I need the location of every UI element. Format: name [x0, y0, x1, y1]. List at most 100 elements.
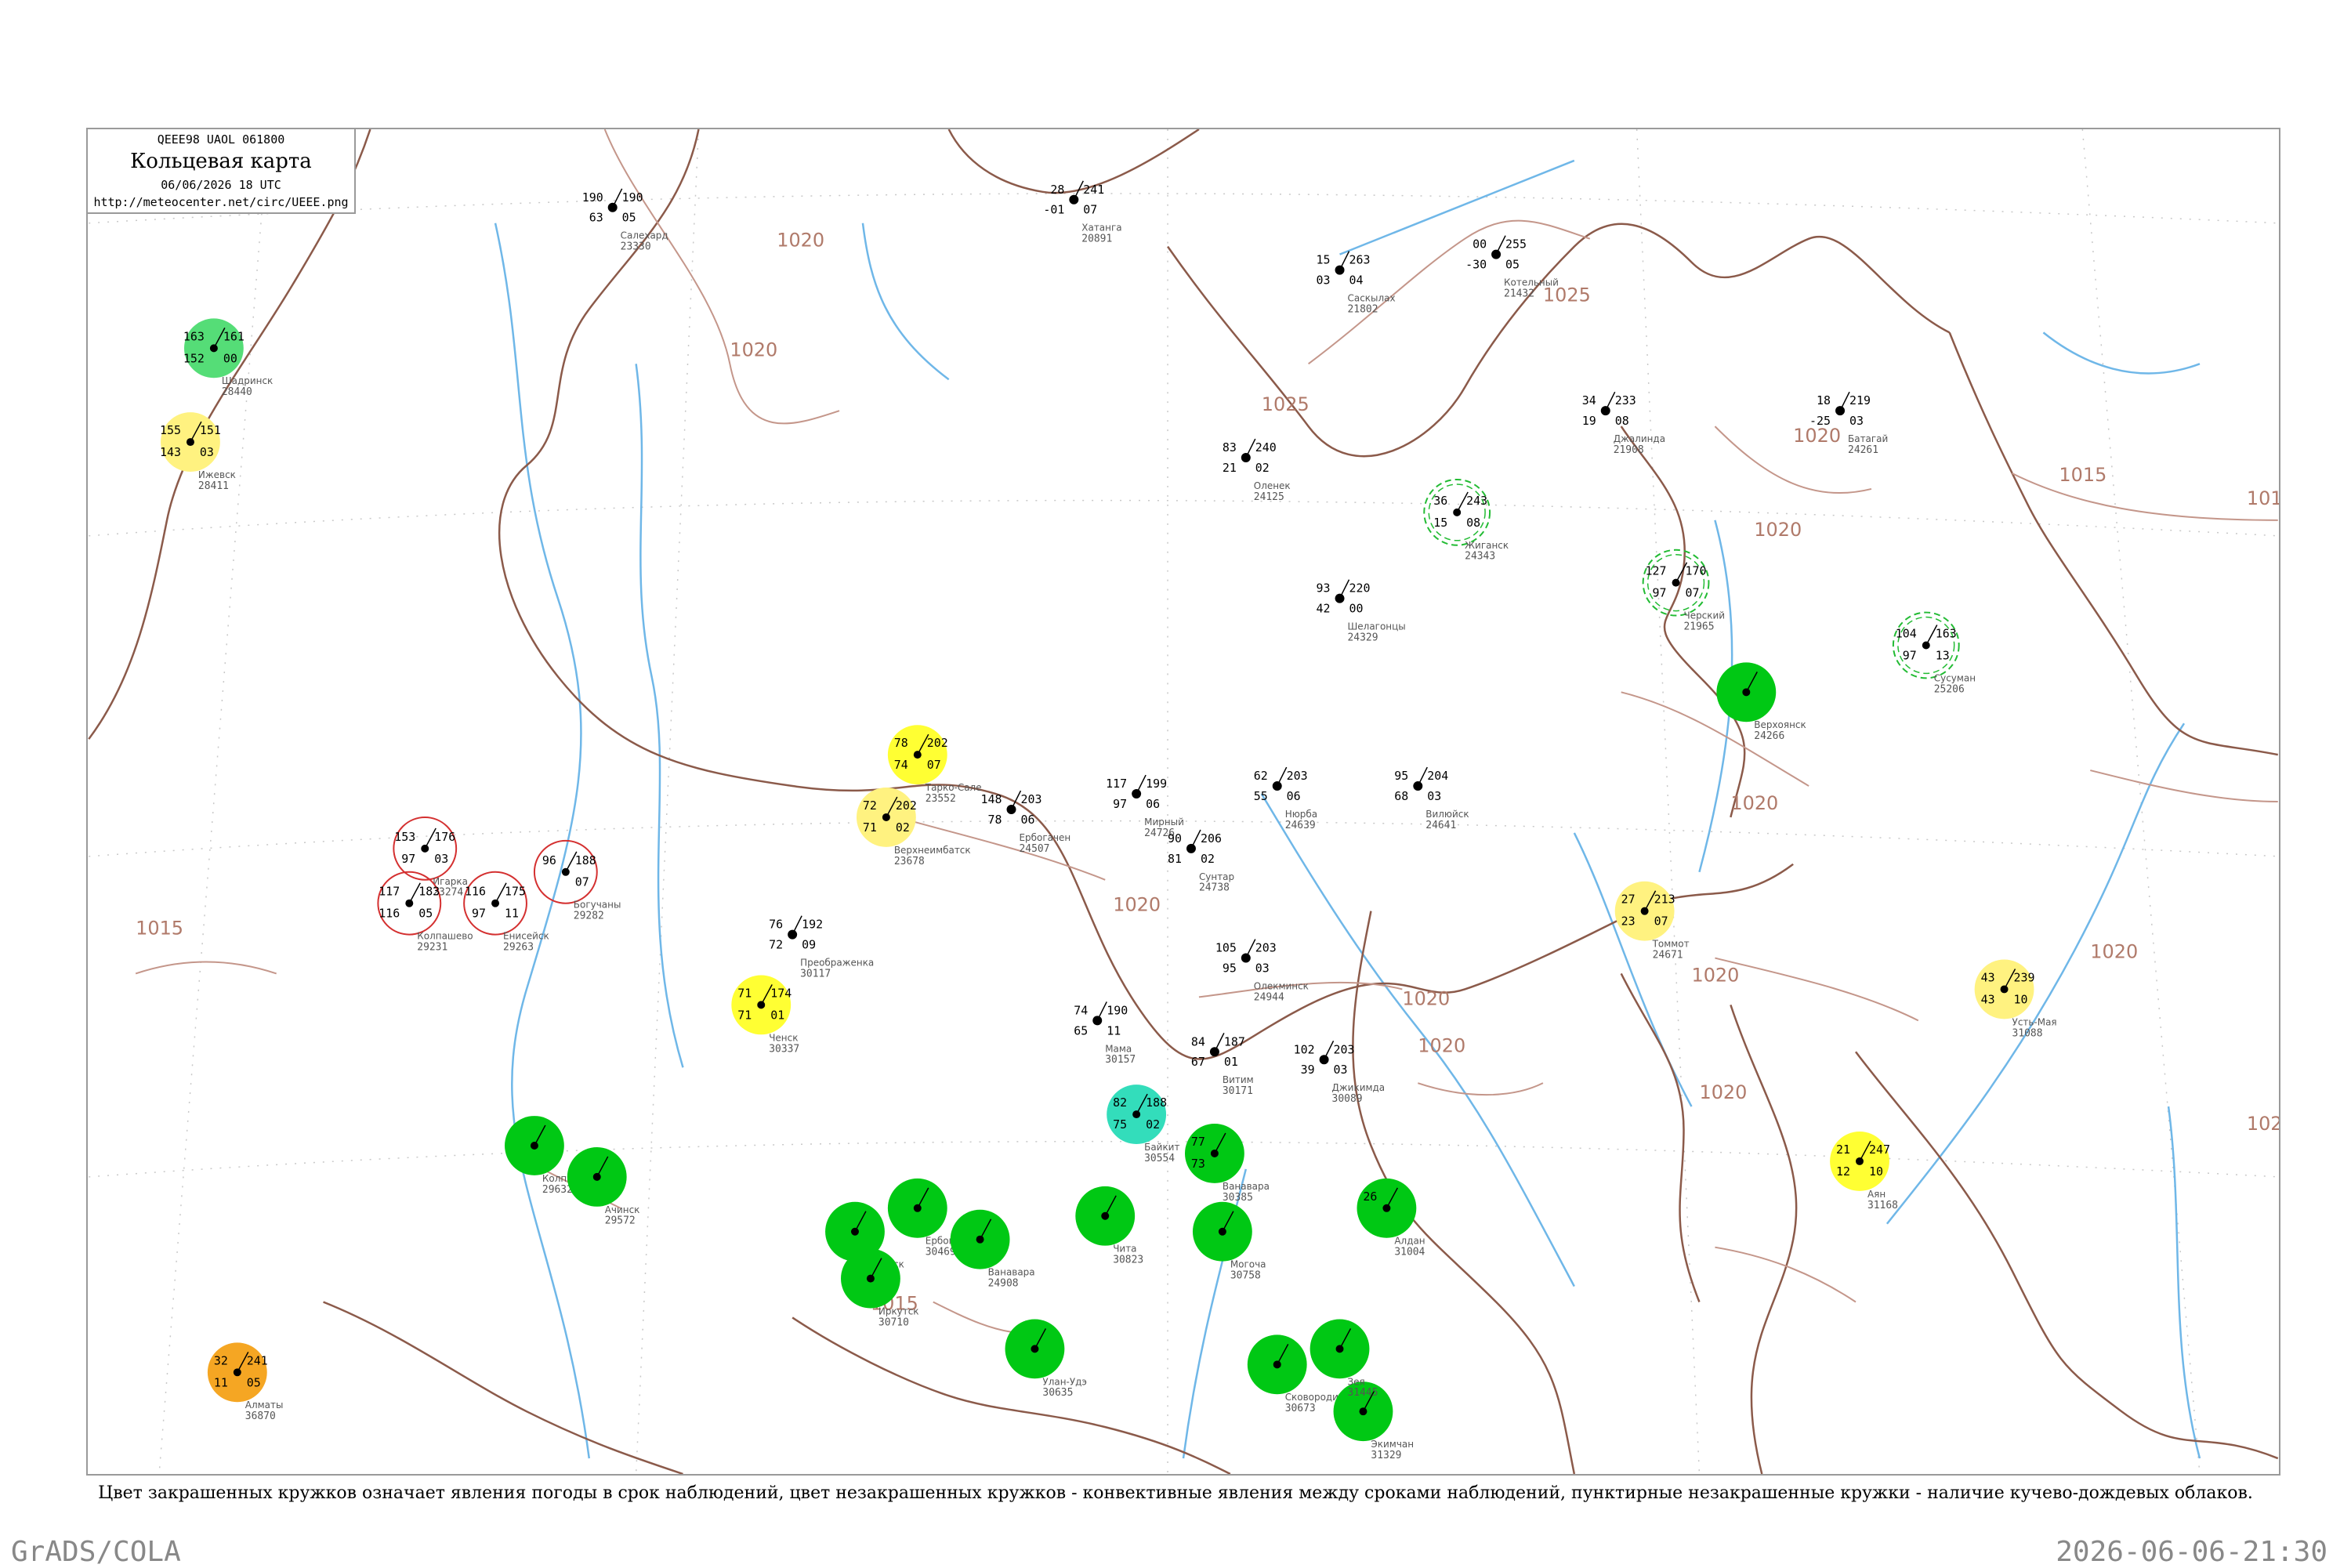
wind-barb-icon [1495, 235, 1506, 255]
station-id: 30673 [1285, 1403, 1316, 1414]
station-name: Батагай [1848, 433, 1888, 444]
station-30089[interactable]: 102 203 39 03 Джикимда30089 [1294, 1040, 1386, 1105]
station-id: 23678 [894, 856, 925, 867]
dew-point: 68 [1394, 789, 1408, 803]
station-24908[interactable]: Ванавара24908 [950, 1209, 1035, 1290]
station-id: 24343 [1465, 551, 1495, 563]
station-31445[interactable]: Зея31445 [1310, 1319, 1378, 1399]
station-dot-icon [1413, 781, 1423, 791]
pressure-tendency: 07 [1686, 586, 1700, 600]
station-21802[interactable]: 15 263 03 04 Саскылах21802 [1317, 251, 1396, 316]
station-id: 31088 [2012, 1027, 2043, 1039]
software-label: GrADS/COLA [11, 1536, 181, 1568]
pressure-tendency: 03 [1255, 961, 1270, 975]
station-30635[interactable]: Улан-Удэ30635 [1005, 1319, 1087, 1399]
weather-map: 1020102010251025102010151015102010201015… [88, 129, 2279, 1474]
temperature: 74 [1074, 1003, 1088, 1017]
map-title-box: QEEE98 UAOL 061800 Кольцевая карта 06/06… [86, 128, 356, 214]
pressure: 219 [1849, 393, 1871, 407]
station-name: Улан-Удэ [1042, 1376, 1087, 1387]
station-name: Жиганск [1465, 540, 1509, 551]
station-20891[interactable]: 28 241 -01 07 Хатанга20891 [1043, 180, 1122, 245]
station-name: Мирный [1144, 817, 1184, 827]
dew-point: 152 [183, 351, 205, 365]
station-31088[interactable]: 43 239 43 10 Усть-Мая31088 [1974, 959, 2057, 1040]
dew-point: 43 [1981, 992, 1995, 1006]
station-31168[interactable]: 21 247 12 10 Аян31168 [1830, 1132, 1898, 1211]
station-dot-icon [866, 1274, 875, 1283]
dew-point: 55 [1254, 789, 1268, 803]
dew-point: 42 [1317, 602, 1331, 616]
station-dot-icon [1319, 1055, 1329, 1065]
station-dot-icon [530, 1141, 538, 1150]
isobar-label: 1020 [1730, 792, 1778, 814]
wind-barb-icon [612, 188, 623, 208]
temperature: 78 [894, 736, 908, 750]
station-name: Джалинда [1614, 433, 1665, 444]
isobar-label: 1020 [1418, 1034, 1465, 1056]
station-id: 25206 [1934, 683, 1965, 695]
station-id: 30635 [1042, 1387, 1073, 1399]
station-30758[interactable]: Могоча30758 [1192, 1201, 1266, 1282]
station-id: 29231 [417, 942, 447, 954]
station-24641[interactable]: 95 204 68 03 Вилюйск24641 [1394, 766, 1469, 831]
dew-point: 74 [894, 758, 908, 772]
station-31004[interactable]: 26 Алдан31004 [1357, 1178, 1425, 1258]
dew-point: 63 [589, 211, 603, 225]
temperature: 116 [465, 885, 486, 899]
station-id: 36870 [245, 1410, 276, 1422]
station-30554[interactable]: 82 188 75 02 Байкит30554 [1107, 1085, 1179, 1164]
station-28440[interactable]: 163 161 152 00 Шадринск28440 [183, 318, 273, 398]
station-24343[interactable]: 36 243 15 08 Жиганск24343 [1423, 478, 1509, 563]
station-28411[interactable]: 155 151 143 03 Ижевск28411 [160, 412, 236, 492]
temperature: 84 [1191, 1034, 1205, 1048]
station-29572[interactable]: Ачинск29572 [567, 1146, 640, 1227]
pressure: 220 [1349, 581, 1371, 596]
station-30171[interactable]: 84 187 67 01 Витим30171 [1191, 1032, 1254, 1097]
station-24329[interactable]: 93 220 42 00 Шелагонцы24329 [1317, 579, 1406, 644]
pressure: 204 [1427, 769, 1448, 783]
station-name: Ченск [769, 1032, 798, 1043]
station-24738[interactable]: 90 206 81 02 Сунтар24738 [1168, 829, 1234, 894]
station-29282[interactable]: 96 188 07 Богучаны29282 [533, 839, 621, 922]
station-id: 30157 [1105, 1054, 1136, 1066]
pressure: 240 [1255, 440, 1277, 454]
pressure-tendency: 00 [1349, 602, 1364, 616]
station-name: Сунтар [1199, 871, 1234, 882]
station-24671[interactable]: 27 213 23 07 Томмот24671 [1614, 881, 1690, 961]
pressure: 176 [434, 830, 455, 844]
wind-barb-icon [1096, 1001, 1107, 1021]
station-name: Иркутск [878, 1305, 919, 1316]
station-dot-icon [1382, 1204, 1391, 1212]
dew-point: 15 [1433, 516, 1447, 530]
station-name: Ачинск [605, 1204, 640, 1215]
station-30157[interactable]: 74 190 65 11 Мама30157 [1074, 1001, 1136, 1066]
pressure-tendency: 05 [622, 211, 636, 225]
station-24125[interactable]: 83 240 21 02 Оленек24125 [1223, 438, 1291, 503]
station-30385[interactable]: 77 73 Ванавара30385 [1184, 1124, 1270, 1204]
pressure: 206 [1201, 831, 1222, 846]
pressure: 255 [1505, 237, 1527, 252]
station-30710[interactable]: Иркутск30710 [841, 1248, 919, 1329]
wind-barb-icon [1339, 579, 1350, 599]
station-dot-icon [1835, 406, 1846, 416]
station-id: 21432 [1504, 288, 1534, 300]
station-30823[interactable]: Чита30823 [1075, 1186, 1143, 1266]
temperature: 76 [769, 918, 783, 932]
station-30117[interactable]: 76 192 72 09 Преображенка30117 [769, 915, 874, 980]
station-23330[interactable]: 190 190 63 05 Салехард23330 [582, 188, 668, 253]
station-id: 28440 [222, 386, 252, 398]
pressure: 183 [418, 885, 440, 899]
station-name: Ижевск [198, 469, 236, 480]
station-36870[interactable]: 32 241 11 05 Алматы36870 [207, 1342, 284, 1422]
station-21908[interactable]: 34 233 19 08 Джалинда21908 [1582, 391, 1665, 456]
station-25206[interactable]: 104 163 97 13 Сусуман25206 [1892, 611, 1976, 696]
temperature: 93 [1317, 581, 1331, 596]
station-30337[interactable]: 71 174 71 01 Ченск30337 [731, 975, 799, 1055]
station-24726[interactable]: 117 19997 06Мирный24726 [1106, 774, 1184, 839]
isobar-label: 1015 [136, 918, 183, 940]
station-id: 30337 [769, 1043, 799, 1055]
dew-point: 81 [1168, 852, 1182, 866]
station-24266[interactable]: Верхоянск24266 [1716, 662, 1806, 742]
station-24639[interactable]: 62 203 55 06 Нюрба24639 [1254, 766, 1317, 831]
